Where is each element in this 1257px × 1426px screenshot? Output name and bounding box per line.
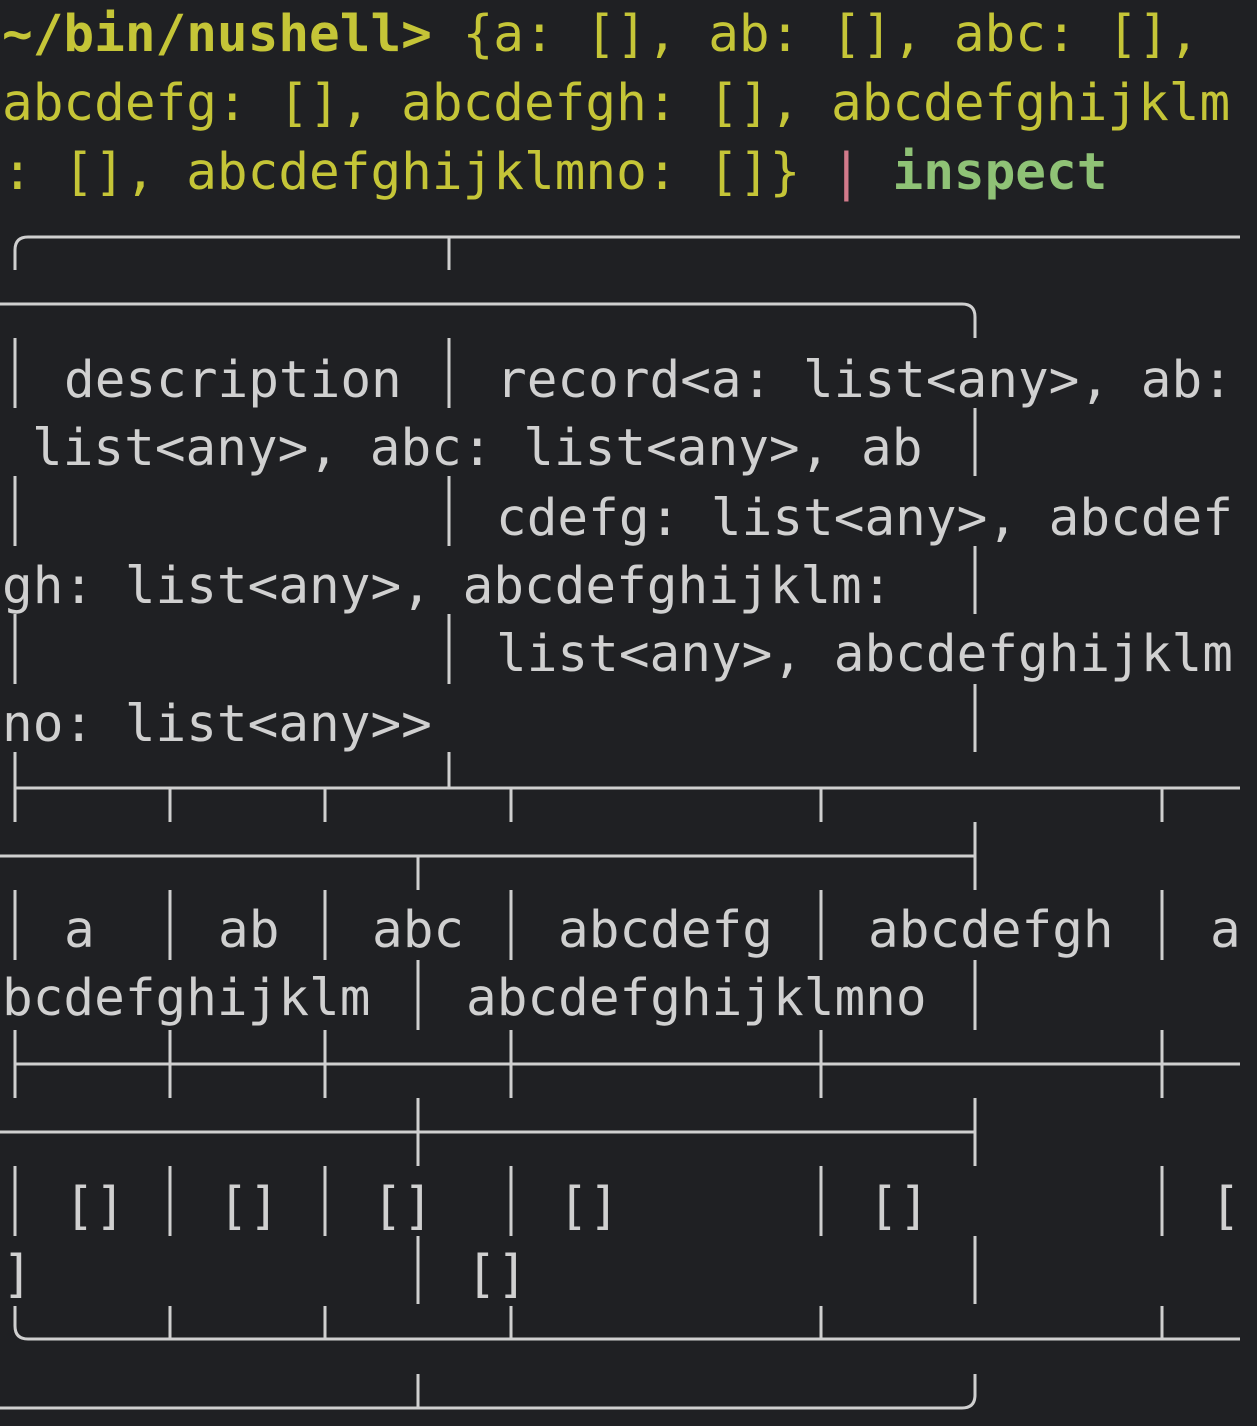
value-a: [] [64, 1177, 126, 1236]
value-abcdefghijklmno: [] [466, 1245, 528, 1304]
type-line-6: no: list<any>> [2, 695, 432, 754]
command-line-2: abcdefg: [], abcdefgh: [], abcdefghijklm [2, 74, 1231, 133]
pipe-operator: | [831, 143, 862, 202]
description-label: description [64, 351, 402, 410]
column-header-abcdefg: abcdefg [558, 901, 773, 960]
value-abcdefgh: [] [868, 1177, 930, 1236]
column-header-abcdefghijklm-start: a [1210, 901, 1241, 960]
type-line-5: list<any>, abcdefghijklm [496, 625, 1233, 684]
column-header-a: a [64, 901, 95, 960]
type-line-3: cdefg: list<any>, abcdef [496, 489, 1233, 548]
value-abc: [] [372, 1177, 434, 1236]
value-ab: [] [218, 1177, 280, 1236]
shell-prompt: ~/bin/nushell> [2, 5, 432, 64]
value-abcdefghijklm-end: ] [2, 1245, 33, 1304]
terminal-window[interactable]: ~/bin/nushell> {a: [], ab: [], abc: [], … [0, 0, 1257, 1426]
column-header-ab: ab [218, 901, 280, 960]
command-line-1: ~/bin/nushell> {a: [], ab: [], abc: [], [2, 0, 1200, 69]
value-abcdefghijklm-start: [ [1210, 1177, 1241, 1236]
type-line-2: list<any>, abc: list<any>, ab [32, 419, 923, 478]
column-header-abcdefghijklm-wrap: bcdefghijklm [2, 969, 371, 1028]
type-line-4: gh: list<any>, abcdefghijklm: [2, 557, 893, 616]
command-text-3: : [], abcdefghijklmno: []} [2, 143, 801, 202]
command-line-3: : [], abcdefghijklmno: []} | inspect [2, 138, 1107, 207]
value-abcdefg: [] [558, 1177, 620, 1236]
command-text-1: {a: [], ab: [], abc: [], [431, 5, 1200, 64]
inspect-command: inspect [892, 143, 1108, 202]
column-header-abcdefgh: abcdefgh [868, 901, 1114, 960]
column-header-abc: abc [372, 901, 465, 960]
column-header-abcdefghijklmno: abcdefghijklmno [466, 969, 927, 1028]
type-line-1: record<a: list<any>, ab: [496, 351, 1233, 410]
